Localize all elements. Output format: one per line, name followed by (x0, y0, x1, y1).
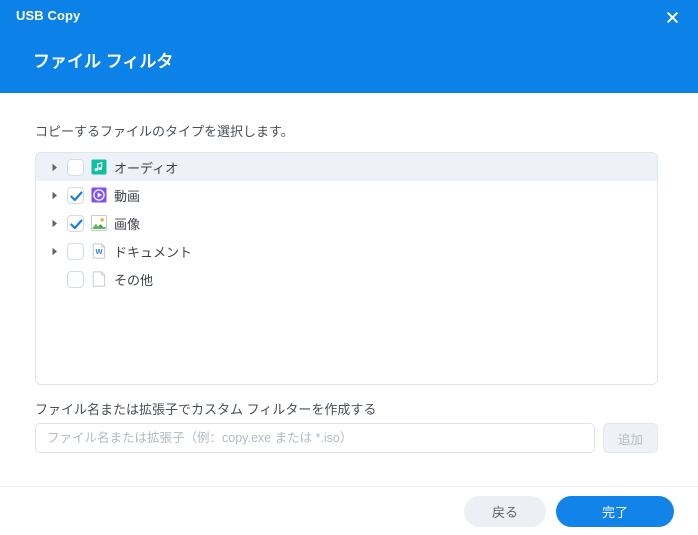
app-title: USB Copy (16, 8, 81, 23)
chevron-right-icon[interactable] (51, 181, 67, 209)
custom-filter-label: ファイル名または拡張子でカスタム フィルターを作成する (35, 402, 377, 417)
document-word-icon: W (91, 243, 107, 259)
list-item[interactable]: その他 (36, 265, 657, 293)
audio-music-note-icon (91, 159, 107, 175)
checkbox-document[interactable] (67, 242, 84, 260)
done-button[interactable]: 完了 (556, 495, 674, 527)
custom-filter-row: 追加 (35, 423, 658, 453)
list-item-label: オーディオ (114, 160, 179, 176)
usb-copy-dialog: USB Copy ファイル フィルタ コピーするファイルのタイプを選択します。 (0, 0, 698, 535)
page-title: ファイル フィルタ (33, 52, 174, 71)
checkbox-audio[interactable] (67, 158, 84, 176)
dialog-body: コピーするファイルのタイプを選択します。 オーディオ 動画 画像 W ドキュメン… (0, 93, 698, 486)
chevron-right-icon[interactable] (51, 209, 67, 237)
list-item[interactable]: 画像 (36, 209, 657, 237)
list-item-label: その他 (114, 272, 154, 288)
checkbox-video[interactable] (67, 186, 84, 204)
chevron-right-icon[interactable] (51, 237, 67, 265)
list-item[interactable]: オーディオ (36, 153, 657, 181)
image-picture-icon (91, 215, 107, 231)
svg-text:W: W (95, 247, 103, 256)
dialog-header: USB Copy ファイル フィルタ (0, 0, 698, 93)
chevron-right-icon[interactable] (51, 153, 67, 181)
instruction-text: コピーするファイルのタイプを選択します。 (35, 124, 294, 139)
list-item-label: ドキュメント (114, 244, 193, 260)
blank-file-icon (91, 271, 107, 287)
checkbox-image[interactable] (67, 214, 84, 232)
list-item-label: 動画 (114, 188, 141, 204)
list-item[interactable]: 動画 (36, 181, 657, 209)
list-item[interactable]: W ドキュメント (36, 237, 657, 265)
custom-filter-input[interactable] (35, 423, 595, 453)
video-play-circle-icon (91, 187, 107, 203)
dialog-footer: 戻る 完了 (0, 486, 698, 535)
file-type-list: オーディオ 動画 画像 W ドキュメント その他 (35, 152, 658, 385)
list-item-label: 画像 (114, 216, 141, 232)
back-button[interactable]: 戻る (464, 495, 546, 527)
add-filter-button[interactable]: 追加 (603, 423, 658, 453)
close-icon[interactable] (660, 5, 684, 29)
checkbox-other[interactable] (67, 270, 84, 288)
